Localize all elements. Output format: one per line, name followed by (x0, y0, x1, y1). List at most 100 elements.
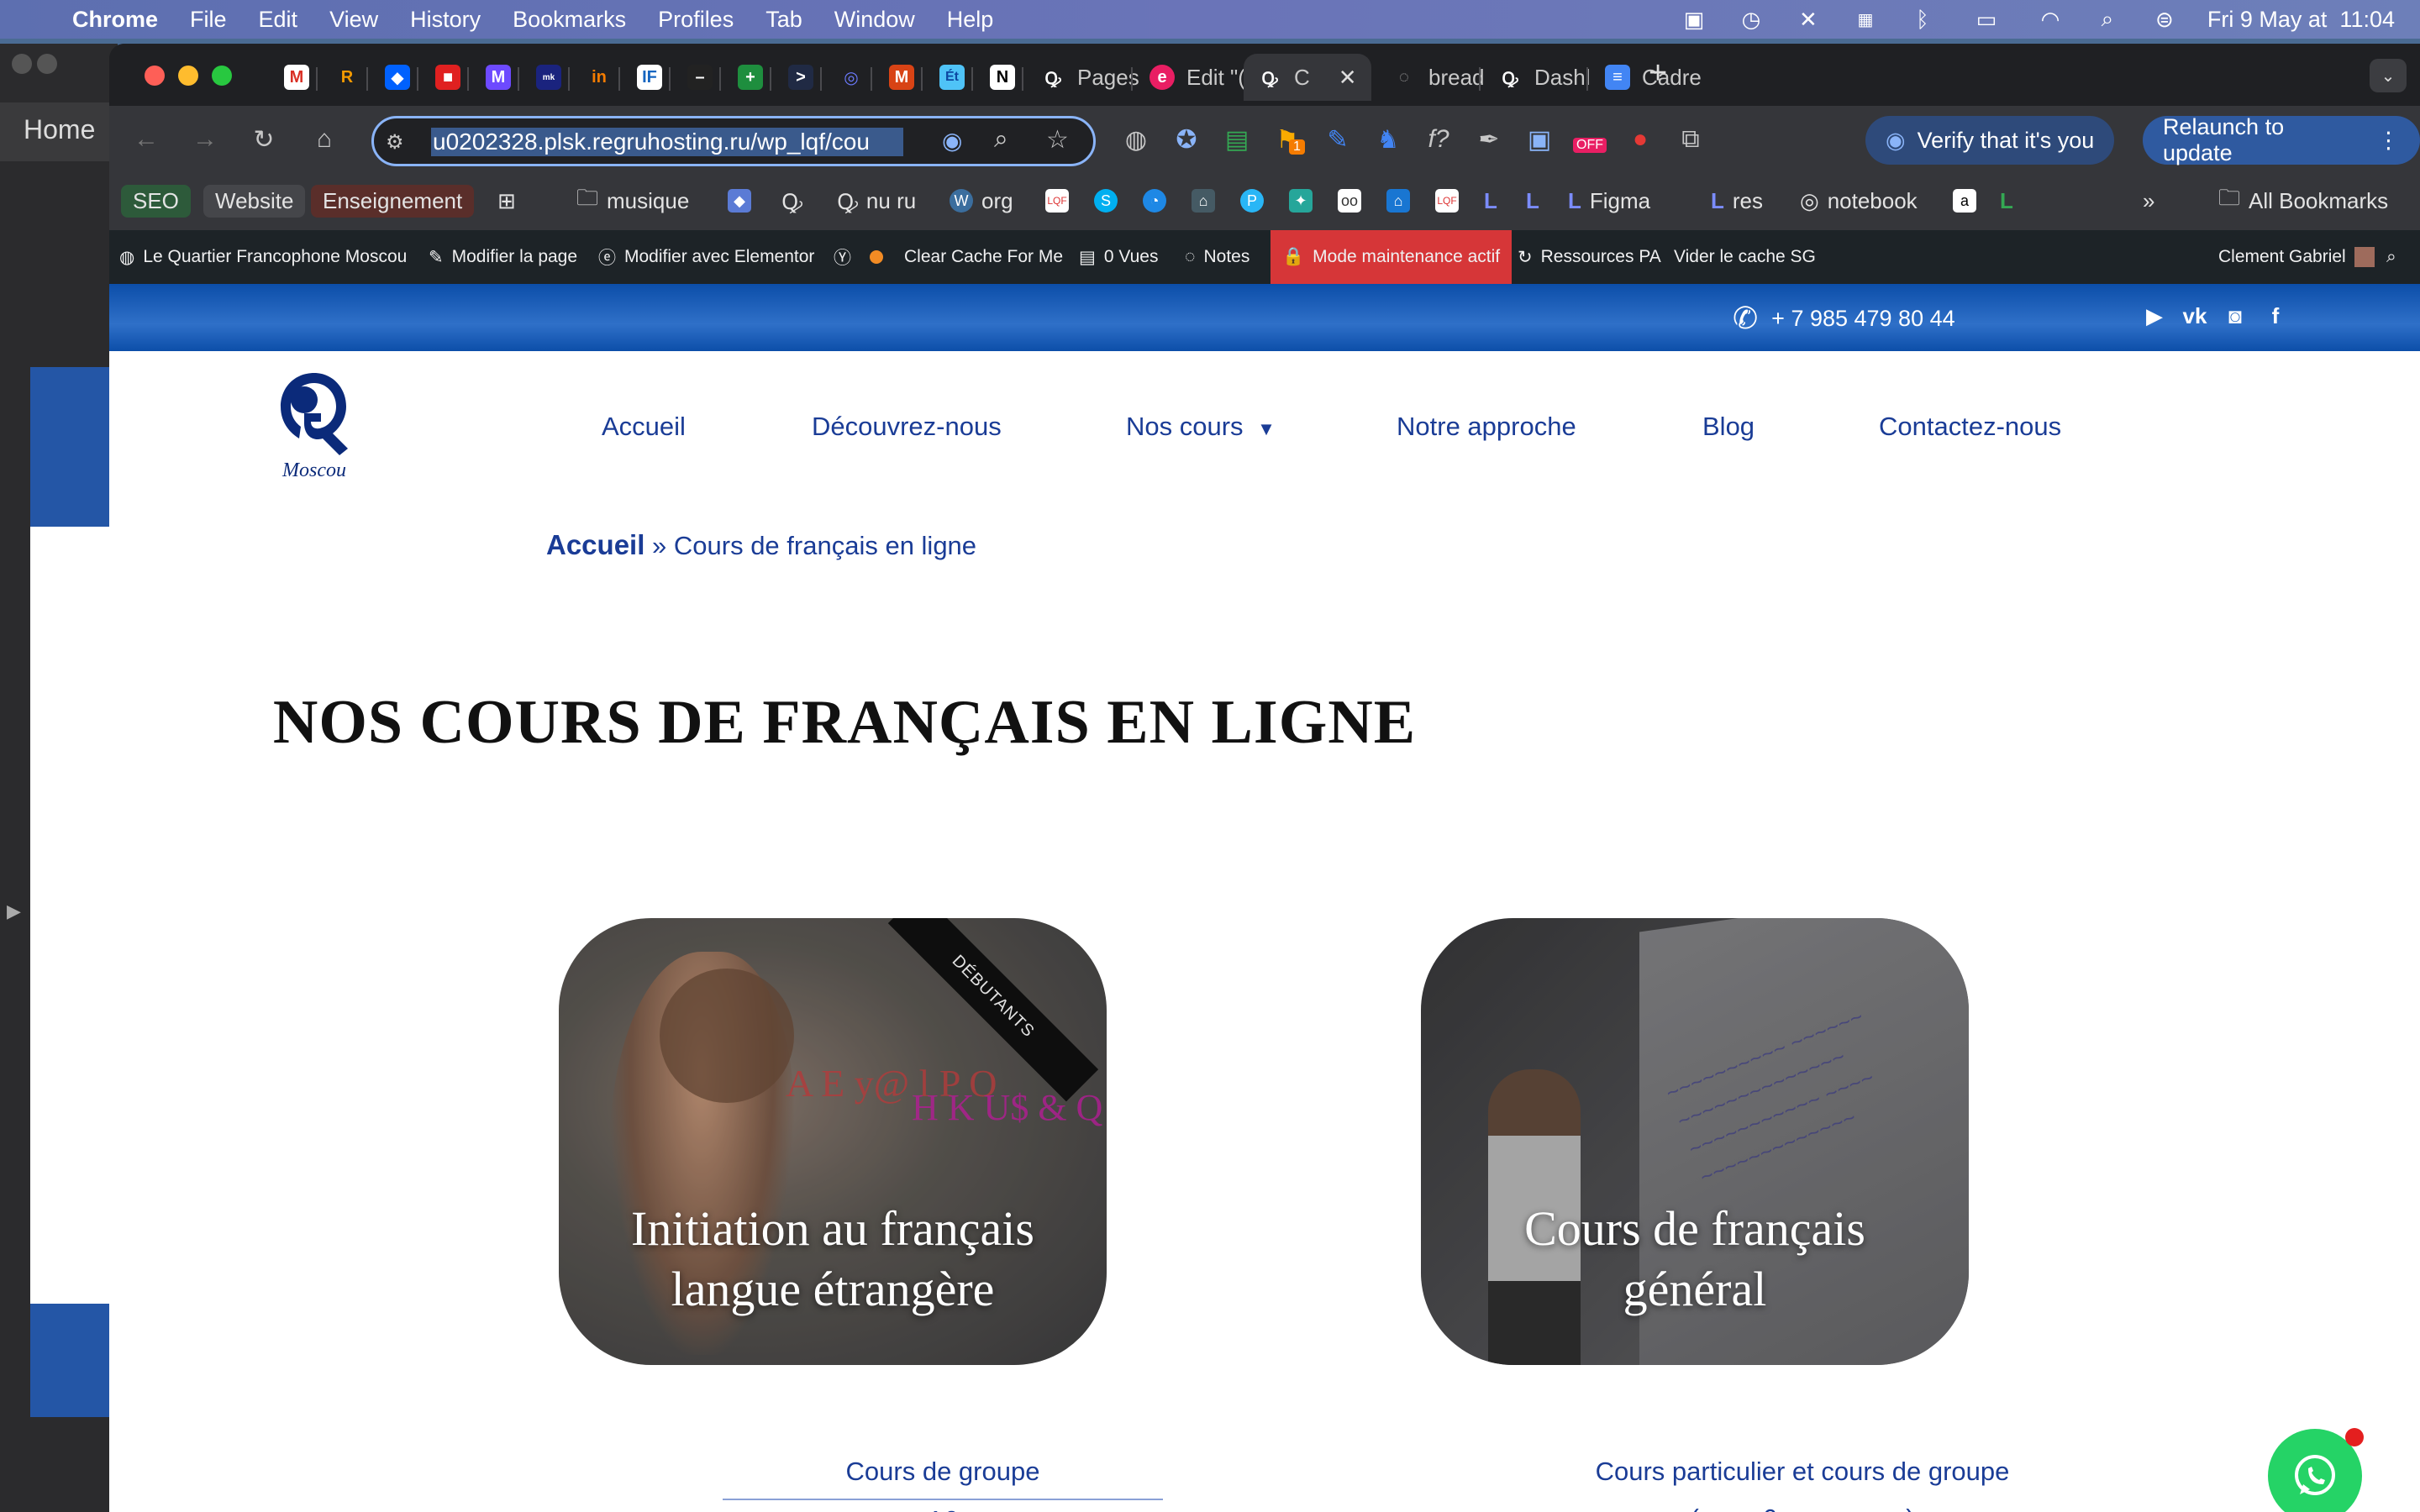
extensions-icon[interactable]: ⧉ (1674, 123, 1707, 156)
bookmark-musique[interactable]: 🗀 musique (576, 183, 689, 218)
wp-user[interactable]: Clement Gabriel (2218, 230, 2375, 284)
course-card-initiation[interactable]: A E y@ l P O H K U$ & Q DÉBUTANTS Initia… (559, 918, 1107, 1365)
menu-file[interactable]: File (190, 7, 227, 33)
menu-tab[interactable]: Tab (765, 7, 802, 33)
home-button[interactable]: ⌂ (308, 123, 341, 156)
more-bookmarks-icon[interactable]: » (2143, 183, 2154, 218)
globe-extension-icon[interactable]: ◍ (1119, 123, 1153, 156)
zoom-icon[interactable]: ⌕ (994, 125, 1008, 154)
wp-sg-cache[interactable]: Vider le cache SG (1674, 230, 1816, 284)
tab-edit[interactable]: e Edit "( (1136, 54, 1245, 101)
mute-icon[interactable]: ✕ (1794, 7, 1823, 32)
bookmark-star-icon[interactable]: ☆ (1046, 125, 1069, 155)
bookmark-org[interactable]: Worg (950, 183, 1013, 218)
wp-resources[interactable]: ↻ Ressources PA (1518, 230, 1661, 284)
bg-minimize-button[interactable] (37, 54, 57, 74)
tab-sheets[interactable]: + (724, 54, 763, 101)
tab-proton[interactable]: M (472, 54, 511, 101)
menu-view[interactable]: View (329, 7, 378, 33)
verify-identity-button[interactable]: ◉ Verify that it's you (1865, 116, 2115, 165)
nav-decouvrez[interactable]: Découvrez-nous (812, 412, 1002, 442)
wp-clear-cache[interactable]: Clear Cache For Me (904, 230, 1063, 284)
back-button[interactable]: ← (129, 123, 163, 156)
nav-accueil[interactable]: Accueil (602, 412, 686, 442)
zoom-window-button[interactable] (212, 66, 232, 86)
lens-icon[interactable]: ◉ (942, 127, 962, 155)
menu-dots-icon[interactable]: ⋮ (2377, 128, 2400, 154)
screenshot-extension-icon[interactable]: ▣ (1523, 123, 1556, 156)
expand-arrow-icon[interactable]: ▶ (7, 900, 21, 922)
wp-search-icon[interactable]: ⌕ (2386, 230, 2396, 284)
bookmark-house[interactable]: ⌂ (1386, 183, 1410, 218)
edit-extension-icon[interactable]: ✎ (1321, 123, 1355, 156)
puzzle-extension-icon[interactable]: ♞ (1371, 123, 1405, 156)
breadcrumb-home[interactable]: Accueil (546, 529, 644, 560)
time-machine-icon[interactable]: ◷ (1737, 7, 1765, 32)
bluetooth-icon[interactable]: ᛒ (1908, 7, 1937, 32)
wifi-icon[interactable]: ◠ (2036, 7, 2065, 32)
home-tab[interactable]: Home (0, 102, 118, 161)
reload-button[interactable]: ↻ (247, 123, 281, 156)
star-extension-icon[interactable]: ✪ (1170, 123, 1203, 156)
bookmark-l2[interactable]: L (1526, 183, 1539, 218)
menubar-clock[interactable]: Fri 9 May at 11:04 (2207, 7, 2395, 33)
omnibox[interactable]: ⚙ u0202328.plsk.regruhosting.ru/wp_lqf/c… (371, 116, 1096, 166)
new-tab-button[interactable]: + (1649, 55, 1667, 92)
wp-edit-page[interactable]: ✎ Modifier la page (429, 230, 577, 284)
bookmark-green-l[interactable]: L (2000, 183, 2013, 218)
bookmark-lqf2[interactable]: LQF (1435, 183, 1459, 218)
bookmark-store[interactable]: ⌂ (1192, 183, 1215, 218)
bookmark-qf[interactable]: Ꝙ (781, 183, 802, 218)
tab-dashboard[interactable]: Ꝙ Dashl (1484, 54, 1590, 101)
tab-red-app[interactable]: ■ (422, 54, 460, 101)
bookmark-seo[interactable]: SEO (121, 183, 191, 218)
battery-icon[interactable]: ▭ (1965, 7, 2007, 32)
facebook-icon[interactable]: f (2259, 299, 2292, 333)
bookmark-notebook[interactable]: ◎ notebook (1800, 183, 1918, 218)
wp-site-link[interactable]: ◍ Le Quartier Francophone Moscou (119, 230, 407, 284)
tab-gmail[interactable]: M (271, 54, 309, 101)
tab-search-button[interactable]: ⌄ (2370, 59, 2407, 92)
wp-views[interactable]: ▤ 0 Vues (1079, 230, 1158, 284)
course-card-general[interactable]: ~~~~~~~~~~ ~~~~~~ ~~~~~~~~~~~~~~ ~~~~~~~~~… (1421, 918, 1969, 1365)
bookmark-res[interactable]: Lres (1711, 183, 1763, 218)
tab-arrow[interactable]: > (775, 54, 813, 101)
wp-yoast[interactable]: Ⓨ (834, 230, 883, 284)
instagram-icon[interactable]: ◙ (2218, 299, 2252, 333)
off-extension-icon[interactable]: OFF (1573, 123, 1607, 156)
tab-pages[interactable]: Ꝙ Pages (1027, 54, 1139, 101)
tab-bread[interactable]: ◌ bread (1378, 54, 1484, 101)
tab-swirl[interactable]: ◎ (825, 54, 864, 101)
badge-extension-icon[interactable]: ⚑ 1 (1270, 123, 1305, 156)
site-info-icon[interactable]: ⚙ (386, 130, 404, 155)
nav-notre-approche[interactable]: Notre approche (1397, 412, 1576, 442)
tab-et[interactable]: Ét (926, 54, 965, 101)
menu-window[interactable]: Window (834, 7, 915, 33)
bookmark-amazon[interactable]: a (1953, 183, 1976, 218)
tab-in[interactable]: in (573, 54, 612, 101)
tab-if[interactable]: IF (623, 54, 662, 101)
bookmark-edge[interactable]: ◔ (1143, 183, 1166, 218)
bookmark-skype[interactable]: S (1094, 183, 1118, 218)
tab-notion[interactable]: N (976, 54, 1015, 101)
relaunch-button[interactable]: Relaunch to update ⋮ (2143, 114, 2420, 165)
search-icon[interactable]: ⌕ (2093, 6, 2122, 31)
vk-icon[interactable]: vk (2178, 299, 2212, 333)
tab-r[interactable]: R (321, 54, 360, 101)
menu-edit[interactable]: Edit (259, 7, 298, 33)
nav-contact[interactable]: Contactez-nous (1879, 412, 2061, 442)
close-window-button[interactable] (145, 66, 165, 86)
close-tab-icon[interactable]: ✕ (1339, 65, 1357, 91)
youtube-icon[interactable]: ▶ (2138, 299, 2171, 333)
bookmark-website[interactable]: Website (203, 183, 306, 218)
tab-current[interactable]: Ꝙ C ✕ (1244, 54, 1371, 101)
nav-blog[interactable]: Blog (1702, 412, 1754, 442)
control-center-icon[interactable]: ⊜ (2150, 7, 2179, 32)
wp-notes[interactable]: ◌ Notes (1185, 230, 1249, 284)
menu-help[interactable]: Help (947, 7, 994, 33)
menu-bookmarks[interactable]: Bookmarks (513, 7, 626, 33)
all-bookmarks[interactable]: 🗀 All Bookmarks (2218, 183, 2388, 218)
eyedropper-icon[interactable]: ✒ (1472, 123, 1506, 156)
forward-button[interactable]: → (188, 123, 222, 156)
record-extension-icon[interactable]: ● (1623, 123, 1657, 156)
